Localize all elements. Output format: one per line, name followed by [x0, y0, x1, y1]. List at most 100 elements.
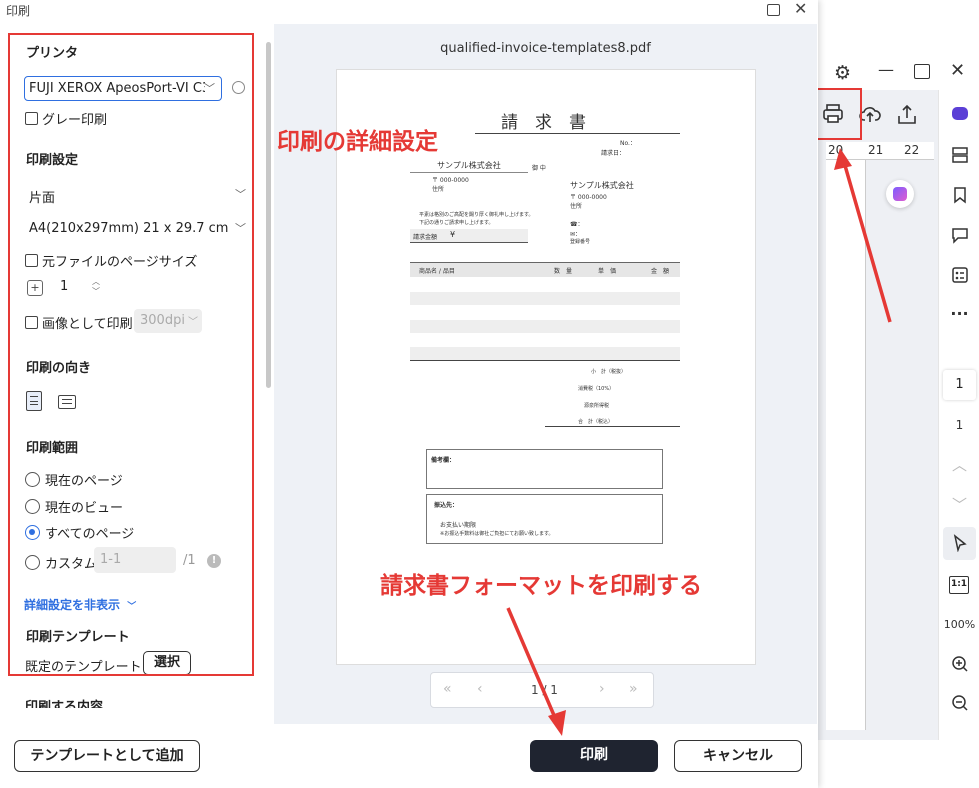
- settings-scrollbar[interactable]: [266, 42, 271, 388]
- portrait-icon[interactable]: [26, 391, 42, 411]
- chevron-up-icon[interactable]: ︿: [939, 454, 979, 475]
- total-line: [545, 426, 680, 427]
- toggle-details-link[interactable]: 詳細設定を非表示 ﹀: [24, 596, 136, 613]
- bookmark-icon[interactable]: [939, 186, 979, 208]
- preview-filename: qualified-invoice-templates8.pdf: [440, 41, 651, 56]
- table-row: [410, 347, 680, 360]
- sides-value: 片面: [29, 191, 56, 206]
- checkbox-box[interactable]: [25, 112, 38, 125]
- gray-print-checkbox[interactable]: グレー印刷: [25, 109, 107, 128]
- print-settings-title: 印刷設定: [26, 153, 79, 168]
- zoom-in-icon[interactable]: [939, 655, 979, 677]
- comment-icon[interactable]: [939, 226, 979, 248]
- share-icon[interactable]: [896, 104, 918, 130]
- recipient-underline: [410, 172, 528, 173]
- more-icon[interactable]: ···: [939, 304, 979, 323]
- radio-circle-selected[interactable]: [25, 525, 40, 540]
- settings-panel: プリンタ FUJI XEROX ApeosPort-VI C33 ﹀ グレー印刷…: [8, 33, 254, 676]
- prev-page-icon[interactable]: ‹: [477, 681, 483, 697]
- maximize-icon[interactable]: [914, 64, 930, 79]
- select-template-button[interactable]: 選択: [143, 651, 191, 674]
- paper-size-select[interactable]: A4(210x297mm) 21 x 29.7 cm ﹀: [25, 217, 252, 242]
- custom-range-input[interactable]: 1-1: [94, 547, 176, 573]
- page-total: 1: [955, 418, 964, 432]
- title-underline: [475, 133, 680, 134]
- tax-label: 消費税（10%）: [578, 386, 615, 392]
- table-row: [410, 320, 680, 333]
- orientation-title: 印刷の向き: [26, 361, 92, 376]
- cancel-button[interactable]: キャンセル: [674, 740, 802, 772]
- printer-section-title: プリンタ: [26, 46, 79, 61]
- sender-tel: ☎：: [570, 221, 584, 228]
- recipient-honorific: 御 中: [532, 165, 546, 172]
- greeting-line-2: 下記の通りご請求申し上げます。: [419, 220, 494, 226]
- maximize-icon[interactable]: [767, 4, 780, 16]
- radio-circle[interactable]: [25, 555, 40, 570]
- ai-bot-icon[interactable]: [939, 106, 979, 124]
- radio-circle[interactable]: [25, 499, 40, 514]
- dpi-select[interactable]: 300dpi ﹀: [134, 309, 202, 333]
- chevron-down-icon[interactable]: ﹀: [939, 494, 979, 515]
- printer-select-value: FUJI XEROX ApeosPort-VI C33: [29, 81, 205, 96]
- add-template-button[interactable]: テンプレートとして追加: [14, 740, 200, 772]
- print-as-image-checkbox[interactable]: 画像として印刷: [25, 313, 133, 332]
- bank-label: 振込先：: [434, 502, 459, 509]
- copies-stepper[interactable]: 1 ︿ ﹀: [54, 277, 102, 299]
- landscape-icon[interactable]: [58, 395, 76, 409]
- stepper-arrows-icon[interactable]: ︿ ﹀: [92, 277, 100, 297]
- radio-circle[interactable]: [25, 472, 40, 487]
- remarks-label: 備考欄：: [431, 457, 456, 464]
- chevron-down-icon: ﹀: [235, 188, 246, 201]
- recipient-name: サンプル株式会社: [437, 161, 501, 170]
- chevron-down-icon: ﹀: [204, 82, 215, 95]
- remarks-box: [426, 449, 663, 489]
- range-label: 現在のページ: [45, 474, 123, 489]
- close-icon[interactable]: ✕: [950, 60, 965, 81]
- sender-reg: 登録番号: [570, 239, 591, 245]
- print-button[interactable]: 印刷: [530, 740, 658, 772]
- chevron-down-icon: ﹀: [127, 602, 137, 612]
- checkbox-box[interactable]: [25, 254, 38, 267]
- range-all-pages[interactable]: すべてのページ: [25, 523, 134, 542]
- toggle-details-label: 詳細設定を非表示: [24, 598, 121, 612]
- print-dialog: 印刷 ✕ プリンタ FUJI XEROX ApeosPort-VI C33 ﹀ …: [0, 0, 818, 788]
- select-tool-icon[interactable]: [943, 527, 976, 560]
- annotation-arrow-to-print-icon: [834, 148, 892, 323]
- cloud-upload-icon[interactable]: [859, 104, 881, 128]
- zoom-out-icon[interactable]: [939, 694, 979, 716]
- checkbox-box[interactable]: [25, 316, 38, 329]
- gear-icon[interactable]: ⚙: [834, 62, 851, 84]
- form-icon[interactable]: [939, 266, 979, 288]
- minimize-icon[interactable]: —: [878, 60, 894, 79]
- page-number-box[interactable]: 1: [943, 370, 976, 400]
- first-page-icon[interactable]: «: [443, 681, 452, 697]
- range-custom[interactable]: カスタム: [25, 553, 97, 572]
- last-page-icon[interactable]: »: [629, 681, 638, 697]
- template-title: 印刷テンプレート: [26, 630, 130, 645]
- fit-icon[interactable]: 1:1: [949, 576, 969, 594]
- due-label: お支払い期限: [440, 522, 477, 529]
- zoom-level[interactable]: 100%: [939, 618, 979, 631]
- printer-properties-icon[interactable]: [232, 81, 245, 94]
- info-icon[interactable]: !: [207, 554, 221, 568]
- paper-size-value: A4(210x297mm) 21 x 29.7 cm: [29, 221, 229, 236]
- original-size-checkbox[interactable]: 元ファイルのページサイズ: [25, 251, 197, 270]
- chevron-down-icon: ﹀: [188, 317, 198, 328]
- copies-value: 1: [60, 279, 69, 294]
- annotation-detail-settings: 印刷の詳細設定: [277, 129, 438, 155]
- layout-icon[interactable]: [939, 146, 979, 168]
- printer-select[interactable]: FUJI XEROX ApeosPort-VI C33 ﹀: [24, 76, 222, 101]
- close-icon[interactable]: ✕: [794, 0, 807, 18]
- invoice-date: 請求日：: [601, 150, 626, 157]
- withholding-label: 源泉所得税: [584, 403, 610, 409]
- print-content-title: 印刷する内容: [25, 700, 104, 708]
- default-template-label: 既定のテンプレート: [25, 660, 142, 675]
- amount-yen: ¥: [450, 230, 456, 239]
- range-current-view[interactable]: 現在のビュー: [25, 497, 123, 516]
- range-current-page[interactable]: 現在のページ: [25, 470, 123, 489]
- annotation-print-invoice: 請求書フォーマットを印刷する: [380, 573, 702, 599]
- print-as-image-label: 画像として印刷: [42, 317, 133, 332]
- original-size-label: 元ファイルのページサイズ: [42, 255, 198, 270]
- sides-select[interactable]: 片面 ﹀: [25, 183, 252, 208]
- next-page-icon[interactable]: ›: [599, 681, 605, 697]
